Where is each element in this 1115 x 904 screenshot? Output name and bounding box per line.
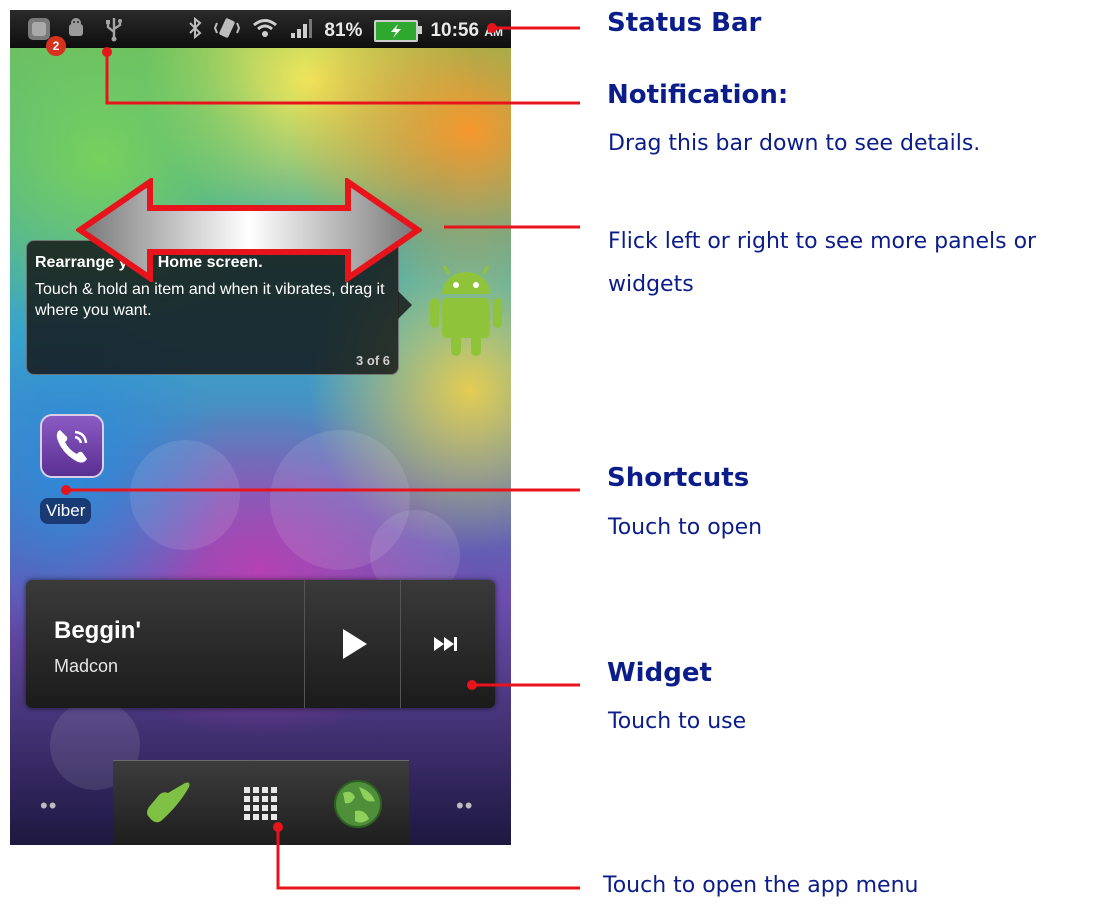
flick-annotation-line2: widgets bbox=[608, 272, 694, 297]
app-menu-annotation-text: Touch to open the app menu bbox=[603, 873, 919, 898]
shortcuts-annotation-text: Touch to open bbox=[608, 515, 763, 540]
notification-annotation-title: Notification: bbox=[607, 80, 789, 110]
status-bar-annotation-title: Status Bar bbox=[607, 8, 762, 38]
widget-annotation-title: Widget bbox=[607, 658, 712, 688]
notification-annotation-text: Drag this bar down to see details. bbox=[608, 131, 981, 156]
flick-annotation-line1: Flick left or right to see more panels o… bbox=[608, 229, 1037, 254]
widget-annotation-text: Touch to use bbox=[608, 709, 747, 734]
shortcuts-annotation-title: Shortcuts bbox=[607, 463, 750, 493]
